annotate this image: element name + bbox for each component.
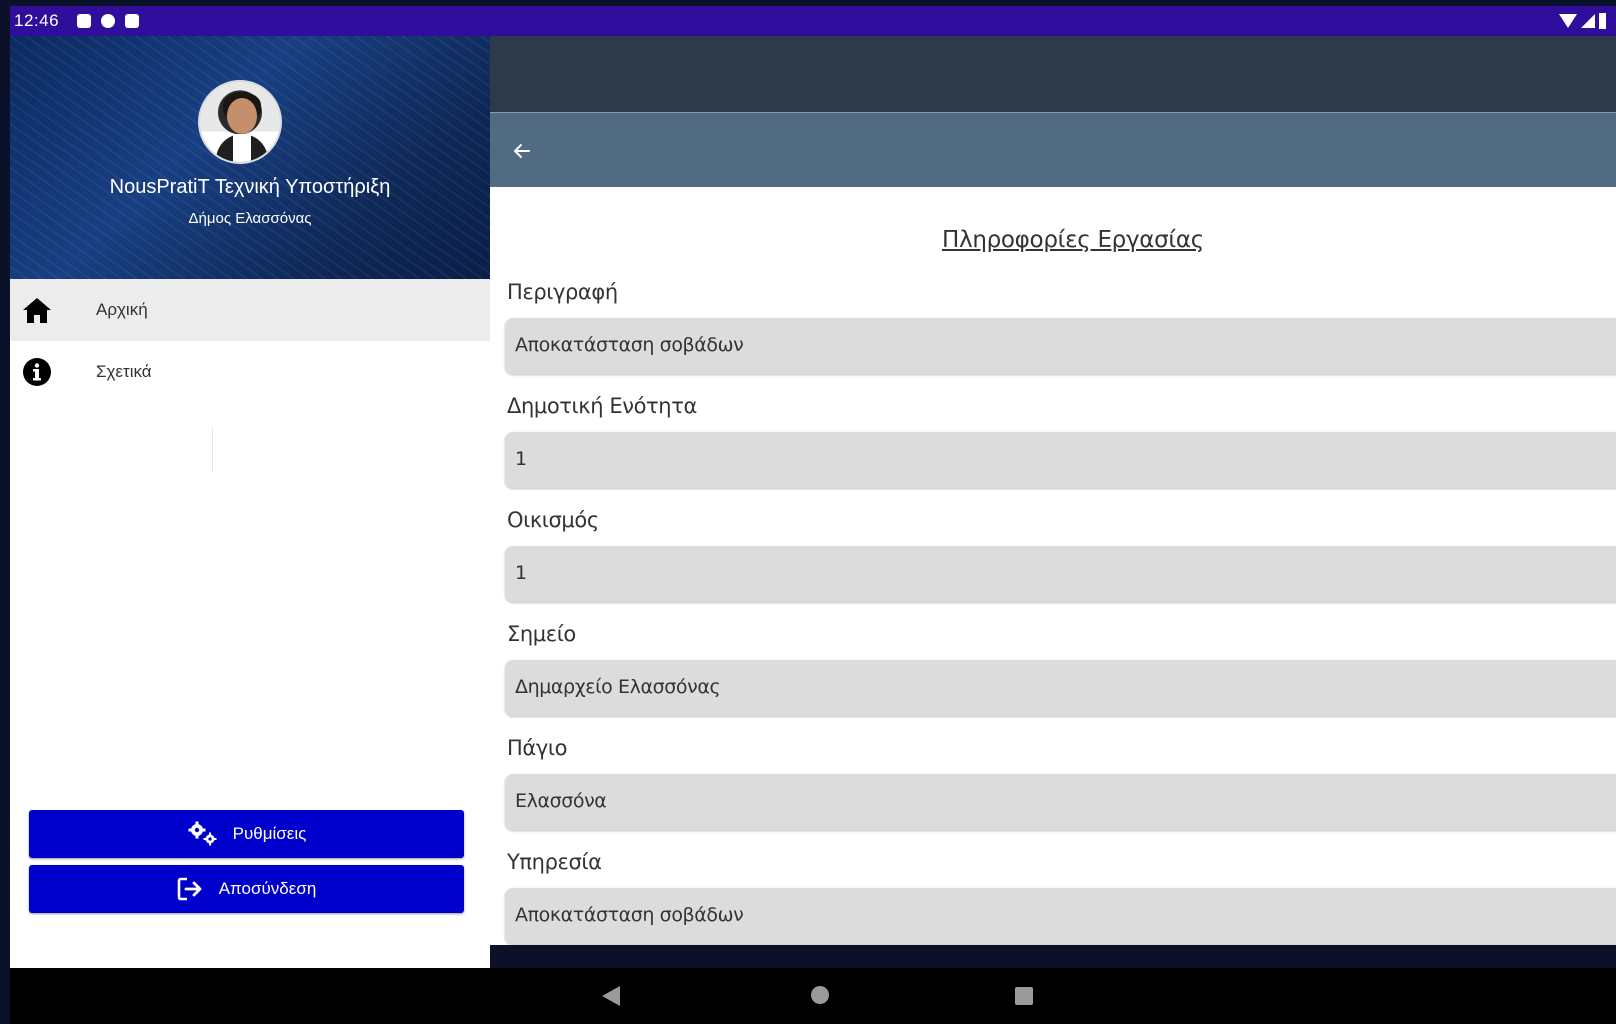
job-info-content[interactable]: Πληροφορίες Εργασίας Περιγραφή Αποκατάστ…	[490, 187, 1616, 945]
field-label-settlement: Οικισμός	[507, 508, 599, 532]
toolbar	[490, 113, 1616, 187]
navigation-drawer: NousPratiT Τεχνική Υποστήριξη Δήμος Ελασ…	[10, 36, 490, 968]
field-description[interactable]: Αποκατάσταση σοβάδων	[505, 318, 1616, 374]
field-service[interactable]: Αποκατάσταση σοβάδων	[505, 888, 1616, 944]
field-value: Δημαρχείο Ελασσόνας	[515, 676, 721, 698]
avatar	[198, 80, 282, 164]
logout-button-label: Αποσύνδεση	[218, 879, 317, 898]
status-time: 12:46	[14, 11, 60, 30]
notification-icon	[77, 14, 92, 28]
field-label-asset: Πάγιο	[507, 736, 568, 760]
battery-icon	[1599, 13, 1606, 29]
status-bar: 12:46	[10, 6, 1616, 36]
settings-button[interactable]: Ρυθμίσεις	[29, 810, 464, 858]
field-municipal-unit[interactable]: 1	[505, 432, 1616, 488]
menu-item-about[interactable]: Σχετικά	[10, 341, 490, 403]
menu-item-label: Αρχική	[96, 300, 148, 319]
arrow-left-icon	[514, 144, 530, 158]
nav-recents-icon[interactable]	[1015, 987, 1033, 1005]
settings-button-label: Ρυθμίσεις	[232, 824, 307, 843]
gears-icon	[188, 821, 217, 846]
menu-item-label: Σχετικά	[96, 362, 152, 381]
menu-item-home[interactable]: Αρχική	[10, 279, 490, 341]
system-navigation-bar	[10, 968, 1616, 1024]
field-label-service: Υπηρεσία	[507, 850, 602, 874]
sign-out-icon	[177, 877, 202, 901]
wifi-icon	[1559, 14, 1577, 28]
field-settlement[interactable]: 1	[505, 546, 1616, 602]
drawer-title: NousPratiT Τεχνική Υποστήριξη	[109, 176, 391, 198]
app-bar-background	[490, 36, 1616, 112]
sd-card-icon	[125, 14, 140, 28]
field-value: 1	[515, 448, 527, 470]
field-value: Αποκατάσταση σοβάδων	[515, 334, 744, 356]
system-icons	[1559, 13, 1606, 29]
divider	[212, 428, 213, 472]
nav-back-icon[interactable]	[602, 986, 620, 1006]
drawer-header: NousPratiT Τεχνική Υποστήριξη Δήμος Ελασ…	[10, 36, 490, 279]
notification-icon	[101, 14, 116, 28]
field-value: 1	[515, 562, 527, 584]
back-button[interactable]	[508, 137, 536, 165]
home-icon	[22, 295, 52, 325]
notification-icons	[77, 14, 140, 28]
nav-home-icon[interactable]	[811, 986, 829, 1004]
field-value: Αποκατάσταση σοβάδων	[515, 904, 744, 926]
field-label-point: Σημείο	[507, 622, 576, 646]
drawer-subtitle: Δήμος Ελασσόνας	[188, 210, 312, 227]
signal-icon	[1581, 14, 1595, 28]
field-point[interactable]: Δημαρχείο Ελασσόνας	[505, 660, 1616, 716]
field-label-municipal-unit: Δημοτική Ενότητα	[507, 394, 697, 418]
field-label-description: Περιγραφή	[507, 280, 618, 304]
info-icon	[22, 357, 52, 387]
field-value: Ελασσόνα	[515, 790, 607, 812]
section-title: Πληροφορίες Εργασίας	[942, 227, 1204, 253]
logout-button[interactable]: Αποσύνδεση	[29, 865, 464, 913]
field-asset[interactable]: Ελασσόνα	[505, 774, 1616, 830]
